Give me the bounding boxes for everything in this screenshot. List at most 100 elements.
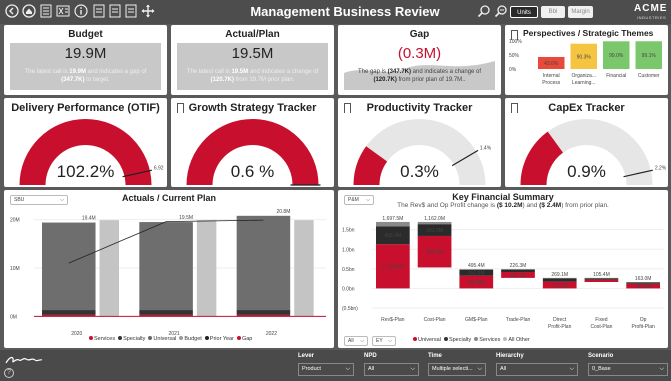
financial-summary-card[interactable]: P&M ⌵ Key Financial Summary The Rev$ and … [338,190,668,348]
gap-value: (0.3M) [397,45,442,62]
gauge-card-growth[interactable]: Growth Strategy Tracker 0.6 % [171,98,334,187]
info-icon[interactable] [73,4,88,19]
units-toggle[interactable]: Units [510,6,538,18]
gap-card[interactable]: Gap (0.3M) The gap is (347.7K) and indic… [338,25,501,95]
y-tick-label: 0.0bn [342,286,355,292]
y-tick-label: 0% [509,67,517,73]
x-tick-label: Learning... [572,80,596,86]
bar-services [584,277,619,279]
gauge-card-productivity[interactable]: Productivity Tracker 1.4% 0.3% [338,98,501,187]
move-icon[interactable] [140,4,155,19]
themes-chart: 100% 50% 0% 43.0% InternalProcess 90.3% Organi… [509,39,662,86]
x-tick-label: Profit-Plan [548,324,572,330]
budget-title: Budget [68,29,103,40]
x-tick-label: Fixed [595,317,607,323]
x-tick-label: Op [640,317,647,323]
data-label: 90.3% [577,54,592,60]
data-label: 19.4M [82,216,96,222]
financial-subtitle: The Rev$ and Op Profit change is ($ 10.2… [397,202,609,209]
bbl-toggle[interactable]: Bbl [541,6,565,18]
gauge-title: CapEx Tracker [548,102,625,114]
data-label: 803.8M [426,250,443,256]
filter-bar: ? Lever Product ⌵ NPD All ⌵ Time Multiple … [0,350,671,381]
signature-logo [5,356,43,364]
bar-specialty [501,269,535,272]
header-bar: Management Business Review Units Bbl Mar… [0,0,671,24]
filter-label: Scenario [588,353,614,359]
data-label: 19.5M [179,215,193,221]
bar-universal [236,215,291,311]
dashboard: Management Business Review Units Bbl Mar… [0,0,671,381]
hierarchy-select[interactable]: All ⌵ [496,363,578,376]
y-tick-label: 0.5bn [342,267,355,273]
budget-card[interactable]: Budget 19.9M The latest call is 19.9M an… [4,25,167,95]
data-label: 1,162.0M [424,216,445,222]
filter-label: Time [428,353,442,359]
legend-item[interactable]: Budget [176,336,202,342]
actuals-title: Actuals / Current Plan [121,193,217,203]
y-tick-label: 1.0bn [342,247,355,253]
gauge-title: Growth Strategy Tracker [188,102,317,114]
actual-plan-value: 19.5M [231,45,274,62]
actual-plan-title: Actual/Plan [225,29,280,40]
report-icon[interactable] [38,4,53,19]
gauge-title: Productivity Tracker [366,102,473,114]
bar-universal [139,222,193,311]
y-tick-label: 20M [10,218,20,224]
financial-title: Key Financial Summary [452,192,554,202]
data-label: 458.4M [385,233,402,239]
actual-plan-card[interactable]: Actual/Plan 19.5M The latest call is 19.… [171,25,334,95]
gauge-card-capex[interactable]: CapEx Tracker 2.2% 0.9% [505,98,668,187]
time-select[interactable]: Multiple selecti... ⌵ [428,363,486,376]
scenario-select[interactable]: 0_Base ⌵ [588,363,668,376]
data-label: 99.1% [642,53,657,59]
x-tick-label: Cost-Plan [590,324,612,330]
x-tick-label: Customer [638,73,660,79]
data-label: 163.0M [635,276,652,282]
bar-universal [584,279,619,283]
legend-item[interactable]: Specialty [115,336,145,342]
y-tick-label: 50% [509,53,520,59]
gauge-value: 0.9% [567,162,606,181]
legend-item[interactable]: Universal [410,337,441,343]
npd-select[interactable]: All ⌵ [364,363,419,376]
drill-up-icon[interactable] [476,4,491,19]
filter-label: NPD [364,353,377,359]
all-dropdown[interactable]: All ⌵ [344,336,368,346]
data-label: 163.0M [635,284,652,290]
actual-plan-note: The latest call is 19.5M and indicates a… [186,69,319,83]
legend-item[interactable]: Prior Year [202,336,234,342]
actuals-chart-card[interactable]: SBU ⌵ Actuals / Current Plan 20M 10M 0M 19.4… [4,190,334,348]
bar-specialty [584,278,619,280]
drill-down-icon[interactable] [493,4,508,19]
back-icon[interactable] [4,4,19,19]
legend-item[interactable]: All Other [500,337,530,343]
gauge-card-otif[interactable]: Delivery Performance (OTIF) 6.92 102.2% [4,98,167,187]
data-label: 43.0% [544,61,559,67]
x-tick-label: Cost-Plan [424,317,446,323]
help-icon[interactable]: ? [4,368,14,378]
margin-toggle[interactable]: Margin [568,6,593,18]
bookmark-icon[interactable] [123,4,138,19]
x-tick-label: Rev$-Plan [381,317,405,323]
legend-item[interactable]: Gap [234,336,252,342]
home-icon[interactable] [21,4,36,19]
ey-dropdown[interactable]: EY ⌵ [372,336,396,346]
bar-specialty [626,282,660,284]
x-tick-label: Trade-Plan [506,317,531,323]
bar-services [417,221,452,225]
bar-specialty [236,310,291,315]
financial-legend: Universal Specialty Services All Other [410,337,530,343]
y-tick-label: 10M [10,266,20,272]
bookmark-icon[interactable] [107,4,122,19]
legend-item[interactable]: Universal [145,336,176,342]
themes-card[interactable]: Perspectives / Strategic Themes 100% 50% 0… [505,25,668,95]
legend-item[interactable]: Services [86,336,115,342]
filter-label: Hierarchy [496,353,524,359]
legend-item[interactable]: Services [471,337,500,343]
legend-item[interactable]: Specialty [441,337,471,343]
lever-select[interactable]: Product ⌵ [298,363,354,376]
excel-icon[interactable] [55,4,70,19]
actuals-legend: Services Specialty Universal Budget Prior Ye… [86,336,252,342]
bookmark-icon[interactable] [91,4,106,19]
